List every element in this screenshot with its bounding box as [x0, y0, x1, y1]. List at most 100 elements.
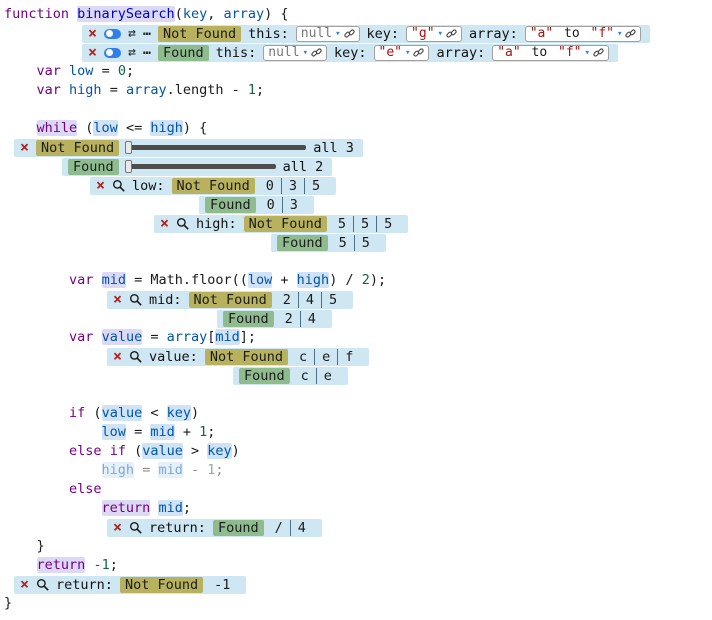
code-token	[4, 329, 69, 345]
status-badge: Not Found	[120, 577, 203, 593]
remove-icon[interactable]: ×	[96, 178, 105, 193]
probe-label: high:	[196, 216, 237, 232]
remove-icon[interactable]: ×	[88, 45, 97, 60]
probe-value: 4	[298, 292, 321, 308]
code-token: mid	[215, 329, 239, 345]
status-badge: Not Found	[244, 216, 327, 232]
probe-value-not-found: ×value:Not Foundcef	[107, 348, 369, 366]
link-icon[interactable]	[446, 28, 457, 39]
code-token: high	[102, 462, 135, 478]
annotation-row: Found55	[4, 233, 712, 252]
value-dropdown[interactable]: "a" to "f"▾	[525, 26, 642, 42]
code-token: }	[4, 595, 12, 611]
code-token: low	[69, 63, 93, 79]
code-token: (	[175, 6, 183, 22]
probe-low-found: Found03	[199, 196, 314, 214]
probe-value: 2	[276, 292, 298, 308]
status-badge: Found	[277, 235, 328, 251]
remove-icon[interactable]: ×	[88, 26, 97, 41]
probe-high-found: Found55	[271, 234, 386, 252]
status-badge: Found	[239, 368, 290, 384]
code-token	[4, 424, 102, 440]
value-dropdown[interactable]: "a" to "f"▾	[492, 45, 609, 61]
code-token: function	[4, 6, 77, 22]
annotation-row: ×return:Not Found-1	[4, 575, 712, 594]
loop-row-not-found: × Not Found all 3	[14, 139, 363, 157]
probe-low-not-found: ×low:Not Found035	[90, 177, 336, 195]
code-line: high = mid - 1;	[4, 461, 712, 480]
remove-icon[interactable]: ×	[113, 292, 122, 307]
iteration-count[interactable]: all 2	[283, 159, 324, 175]
field-label: key:	[367, 26, 400, 42]
code-token: array	[224, 6, 265, 22]
toggle-icon[interactable]	[104, 29, 121, 39]
value-dropdown[interactable]: null▾	[296, 26, 360, 42]
code-token: value	[102, 329, 143, 345]
swap-icon[interactable]: ⇄	[128, 45, 136, 60]
code-token: 1	[248, 82, 256, 98]
chevron-down-icon: ▾	[405, 48, 410, 58]
code-line: var mid = Math.floor((low + high) / 2);	[4, 271, 712, 290]
link-icon[interactable]	[593, 47, 604, 58]
slider-handle[interactable]	[125, 141, 132, 154]
code-token: ;	[183, 500, 191, 516]
code-token: ];	[240, 329, 256, 345]
dropdown-value: "f"	[591, 26, 614, 41]
value-dropdown[interactable]: "g"▾	[406, 26, 462, 42]
value-dropdown[interactable]: "e"▾	[374, 45, 430, 61]
link-icon[interactable]	[311, 47, 322, 58]
code-token: key	[207, 443, 231, 459]
status-badge: Not Found	[36, 140, 119, 156]
link-icon[interactable]	[413, 47, 424, 58]
field-label: this:	[216, 45, 257, 61]
code-token: 0	[118, 63, 126, 79]
code-token	[93, 272, 101, 288]
code-token	[61, 82, 69, 98]
iteration-count[interactable]: all 3	[313, 140, 354, 156]
toggle-icon[interactable]	[104, 48, 121, 58]
code-token: >	[183, 443, 207, 459]
probe-value: 0	[259, 178, 281, 194]
link-icon[interactable]	[625, 28, 636, 39]
slider-handle[interactable]	[125, 160, 132, 173]
remove-icon[interactable]: ×	[160, 216, 169, 231]
overflow-icon[interactable]: ⋯	[143, 26, 151, 42]
remove-icon[interactable]: ×	[20, 577, 29, 592]
code-token	[102, 443, 110, 459]
search-icon	[129, 521, 142, 534]
code-line: var high = array.length - 1;	[4, 81, 712, 100]
overflow-icon[interactable]: ⋯	[143, 45, 151, 61]
probe-values: 24	[278, 311, 323, 327]
remove-icon[interactable]: ×	[20, 140, 29, 155]
code-token: if	[110, 443, 126, 459]
call-row-not-found: ×⇄⋯Not Foundthis:null▾key:"g"▾array:"a" …	[82, 25, 650, 43]
annotation-row: ×high:Not Found555	[4, 214, 712, 233]
annotation-row: Found03	[4, 195, 712, 214]
field-label: array:	[469, 26, 518, 42]
iteration-slider[interactable]	[126, 164, 276, 169]
field-label: array:	[436, 45, 485, 61]
probe-value: c	[292, 349, 314, 365]
code-token: mid	[150, 424, 174, 440]
link-icon[interactable]	[344, 28, 355, 39]
code-token: (	[126, 443, 142, 459]
code-line: if (value < key)	[4, 404, 712, 423]
dropdown-value: null	[268, 45, 299, 60]
swap-icon[interactable]: ⇄	[128, 26, 136, 41]
iteration-slider[interactable]	[126, 145, 306, 150]
code-token: high	[69, 82, 102, 98]
remove-icon[interactable]: ×	[113, 520, 122, 535]
chevron-down-icon: ▾	[585, 48, 590, 58]
value-dropdown[interactable]: null▾	[263, 45, 327, 61]
probe-values: 55	[332, 235, 377, 251]
probe-value: 3	[281, 178, 304, 194]
search-icon	[129, 293, 142, 306]
remove-icon[interactable]: ×	[113, 349, 122, 364]
code-line: while (low <= high) {	[4, 119, 712, 138]
code-token: else	[69, 443, 102, 459]
dropdown-value: to	[556, 26, 587, 41]
search-icon	[36, 578, 49, 591]
probe-label: low:	[132, 178, 165, 194]
dropdown-value: to	[524, 45, 555, 60]
dropdown-value: null	[301, 26, 332, 41]
